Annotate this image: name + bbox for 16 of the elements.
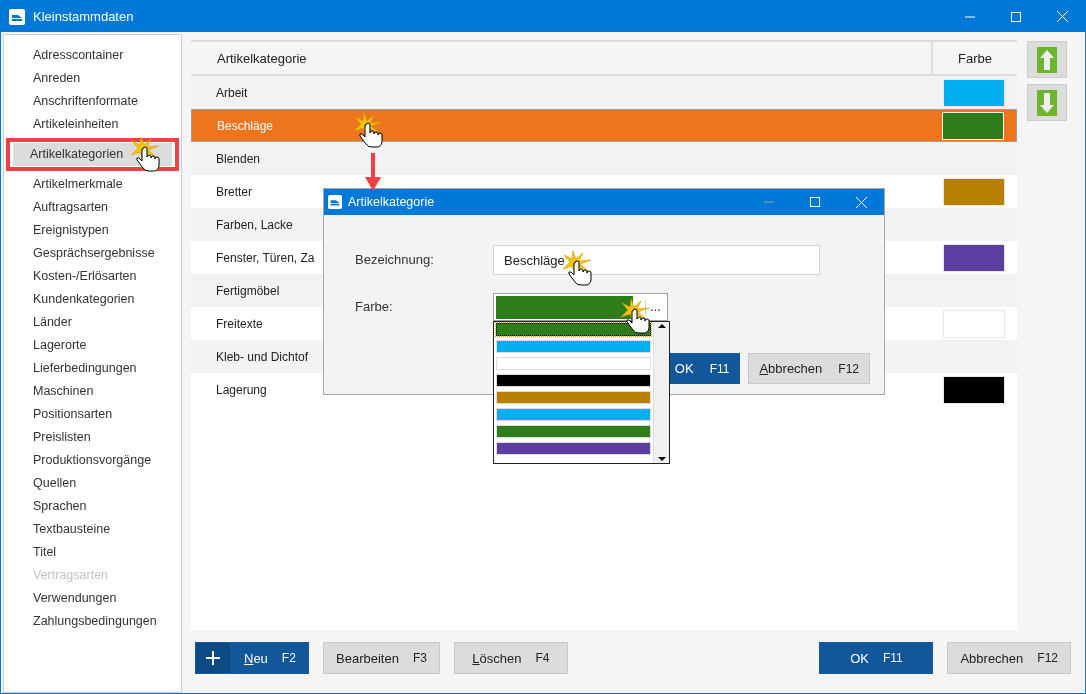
table-cell: Freitexte [216,316,263,331]
table-cell: Lagerung [216,382,267,397]
column-header: Farbe [931,42,1017,74]
table-cell: Farben, Lacke [216,217,293,232]
dialog-title: Artikelkategorie [348,195,436,209]
table-cell: Fenster, Türen, Za [216,250,315,265]
table-cell: Beschläge [217,118,274,133]
column-header: Artikelkategorie [216,49,308,68]
table-cell: Fertigmöbel [216,283,280,298]
table-cell: Bretter [216,184,252,199]
field-label: Bezeichnung: [355,252,434,267]
window-title: Kleinstammdaten [33,9,135,24]
table-cell: Blenden [216,151,261,166]
table-cell: Arbeit [216,85,248,100]
field-label: Farbe: [355,299,393,314]
table-cell: Kleb- und Dichtof [216,349,309,364]
